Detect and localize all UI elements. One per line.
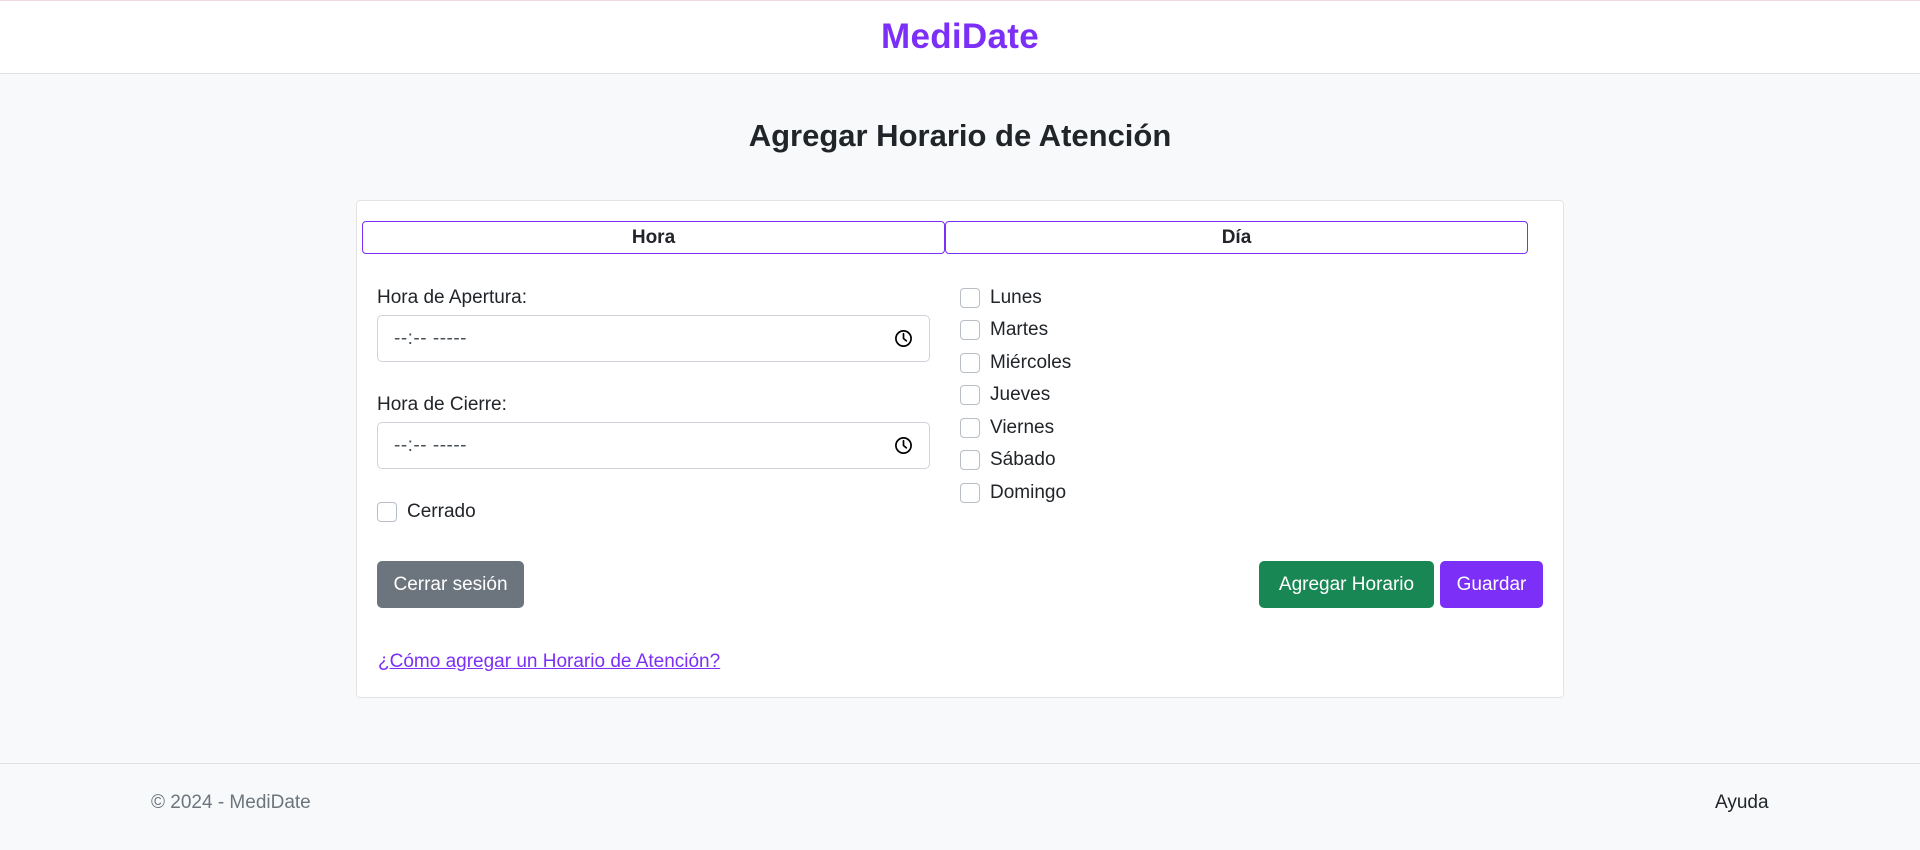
clock-icon[interactable] <box>894 436 913 455</box>
footer: © 2024 - MediDate Ayuda <box>0 763 1920 850</box>
day-label: Martes <box>990 319 1049 340</box>
clock-icon[interactable] <box>894 329 913 348</box>
day-checkbox-domingo[interactable]: Domingo <box>960 482 1066 504</box>
logout-button[interactable]: Cerrar sesión <box>377 561 524 608</box>
day-checkbox-martes[interactable]: Martes <box>960 319 1048 341</box>
day-checkbox[interactable] <box>960 450 980 470</box>
navbar: MediDate <box>0 0 1920 74</box>
footer-copyright: © 2024 - MediDate <box>151 792 311 813</box>
day-checkbox-sabado[interactable]: Sábado <box>960 449 1056 471</box>
page-title: Agregar Horario de Atención <box>748 118 1172 153</box>
closed-checkbox-row[interactable]: Cerrado <box>377 501 476 523</box>
opening-time-label: Hora de Apertura: <box>377 287 527 308</box>
day-checkbox[interactable] <box>960 385 980 405</box>
day-label: Viernes <box>990 417 1055 438</box>
day-label: Lunes <box>990 287 1042 308</box>
help-link[interactable]: ¿Cómo agregar un Horario de Atención? <box>378 651 720 673</box>
opening-time-value: --:-- ----- <box>394 327 468 349</box>
day-checkbox[interactable] <box>960 353 980 373</box>
closing-time-value: --:-- ----- <box>394 434 468 456</box>
day-label: Jueves <box>990 384 1051 405</box>
day-label: Sábado <box>990 449 1056 470</box>
day-checkbox[interactable] <box>960 320 980 340</box>
closing-time-input[interactable]: --:-- ----- <box>377 422 930 469</box>
dia-column-header: Día <box>945 221 1528 254</box>
day-checkbox-miercoles[interactable]: Miércoles <box>960 352 1071 374</box>
hora-column-header: Hora <box>362 221 945 254</box>
day-checkbox[interactable] <box>960 418 980 438</box>
day-checkbox-viernes[interactable]: Viernes <box>960 417 1054 439</box>
brand-logo-link[interactable]: MediDate <box>881 17 1039 57</box>
day-checkbox-lunes[interactable]: Lunes <box>960 287 1042 309</box>
opening-time-input[interactable]: --:-- ----- <box>377 315 930 362</box>
footer-help-link[interactable]: Ayuda <box>1715 792 1769 814</box>
closed-checkbox[interactable] <box>377 502 397 522</box>
day-checkbox[interactable] <box>960 483 980 503</box>
closing-time-label: Hora de Cierre: <box>377 394 507 415</box>
day-checkbox[interactable] <box>960 288 980 308</box>
schedule-form-card: Hora Día Hora de Apertura: --:-- ----- H… <box>356 200 1564 698</box>
day-label: Miércoles <box>990 352 1072 373</box>
day-checkbox-jueves[interactable]: Jueves <box>960 384 1050 406</box>
save-button[interactable]: Guardar <box>1440 561 1543 608</box>
day-label: Domingo <box>990 482 1067 503</box>
closed-checkbox-label: Cerrado <box>407 501 476 522</box>
add-schedule-button[interactable]: Agregar Horario <box>1259 561 1434 608</box>
